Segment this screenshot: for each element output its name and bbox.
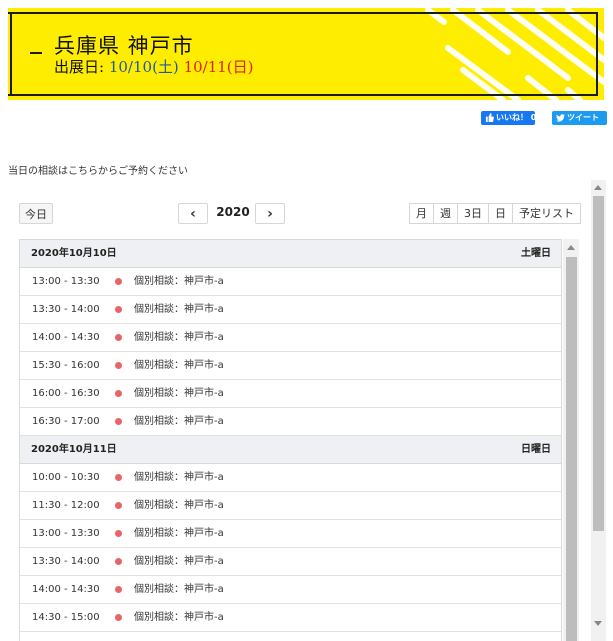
- event-row[interactable]: 14:00 - 14:30 個別相談：神戸市-a: [20, 576, 561, 604]
- event-title[interactable]: 個別相談：神戸市-a: [134, 548, 224, 575]
- event-row[interactable]: 14:00 - 14:30 個別相談：神戸市-a: [20, 324, 561, 352]
- event-list: 2020年10月10日 土曜日 13:00 - 13:30 個別相談：神戸市-a …: [19, 239, 562, 641]
- event-dot-icon: [115, 614, 122, 621]
- event-title[interactable]: 個別相談：神戸市-a: [134, 296, 224, 323]
- event-time: 11:30 - 12:00: [32, 500, 100, 511]
- event-row[interactable]: 16:30 - 17:00 個別相談：神戸市-a: [20, 408, 561, 436]
- event-row[interactable]: 11:30 - 12:00 個別相談：神戸市-a: [20, 492, 561, 520]
- event-dot-icon: [115, 362, 122, 369]
- day-header: 2020年10月11日 日曜日: [20, 436, 561, 464]
- event-row[interactable]: 14:30 - 15:00 個別相談：神戸市-a: [20, 604, 561, 632]
- event-time: 15:30 - 16:00: [32, 360, 100, 371]
- exhibition-dates: 出展日: 10/10(土) 10/11(日): [54, 56, 254, 77]
- banner-border-bottom: [8, 94, 598, 96]
- day-date: 2020年10月11日: [31, 444, 117, 455]
- banner-border-top: [8, 12, 598, 14]
- event-row[interactable]: 13:00 - 13:30 個別相談：神戸市-a: [20, 520, 561, 548]
- event-dot-icon: [115, 530, 122, 537]
- prev-button[interactable]: ‹: [178, 203, 208, 224]
- event-title[interactable]: 個別相談：神戸市-a: [134, 268, 224, 295]
- view-switcher: 月 週 3日 日 予定リスト: [409, 203, 581, 224]
- event-time: 14:00 - 14:30: [32, 332, 100, 343]
- scroll-up-arrow-icon[interactable]: [567, 245, 575, 250]
- event-time: 16:00 - 16:30: [32, 388, 100, 399]
- event-title[interactable]: 個別相談：神戸市-a: [134, 492, 224, 519]
- event-time: 14:30 - 15:00: [32, 612, 100, 623]
- like-label: いいね！ 0: [496, 113, 537, 122]
- event-time: 13:00 - 13:30: [32, 528, 100, 539]
- event-row[interactable]: 15:30 - 16:00 個別相談：神戸市-a: [20, 352, 561, 380]
- calendar-year: 2020: [216, 205, 250, 219]
- event-title[interactable]: 個別相談：神戸市-a: [134, 604, 224, 631]
- scrollbar-thumb[interactable]: [566, 257, 577, 641]
- event-title[interactable]: 個別相談：神戸市-a: [134, 408, 224, 435]
- event-title[interactable]: 個別相談：神戸市-a: [134, 324, 224, 351]
- thumbs-up-icon: [485, 113, 494, 122]
- view-list-button[interactable]: 予定リスト: [513, 203, 581, 224]
- event-title[interactable]: 個別相談：神戸市-a: [134, 520, 224, 547]
- event-dot-icon: [115, 306, 122, 313]
- event-dot-icon: [115, 390, 122, 397]
- date-sunday: 10/11(日): [183, 58, 254, 76]
- event-time: 10:00 - 10:30: [32, 472, 100, 483]
- next-button[interactable]: ›: [255, 203, 285, 224]
- facebook-like-button[interactable]: いいね！ 0: [481, 111, 537, 125]
- event-row[interactable]: 13:30 - 14:00 個別相談：神戸市-a: [20, 548, 561, 576]
- date-saturday: 10/10(土): [108, 58, 179, 76]
- chevron-left-icon: ‹: [190, 206, 196, 222]
- event-dot-icon: [115, 278, 122, 285]
- event-list-scrollbar[interactable]: [563, 239, 579, 641]
- view-week-button[interactable]: 週: [434, 203, 458, 224]
- event-row[interactable]: 10:00 - 10:30 個別相談：神戸市-a: [20, 464, 561, 492]
- tweet-button[interactable]: ツイート: [552, 111, 607, 125]
- banner-border-left: [10, 12, 12, 96]
- event-dot-icon: [115, 586, 122, 593]
- day-date: 2020年10月10日: [31, 248, 117, 259]
- view-3day-button[interactable]: 3日: [458, 203, 489, 224]
- day-weekday: 日曜日: [521, 444, 551, 455]
- twitter-bird-icon: [556, 114, 565, 122]
- event-row[interactable]: 13:00 - 13:30 個別相談：神戸市-a: [20, 268, 561, 296]
- event-title[interactable]: 個別相談：神戸市-a: [134, 352, 224, 379]
- event-time: 13:30 - 14:00: [32, 556, 100, 567]
- event-dot-icon: [115, 474, 122, 481]
- day-weekday: 土曜日: [521, 248, 551, 259]
- event-banner: 兵庫県 神戸市 出展日: 10/10(土) 10/11(日): [8, 8, 604, 100]
- banner-border-right: [596, 12, 598, 96]
- event-title[interactable]: 個別相談：神戸市-a: [134, 464, 224, 491]
- chevron-right-icon: ›: [267, 206, 273, 222]
- dates-label: 出展日:: [54, 58, 105, 76]
- event-dot-icon: [115, 418, 122, 425]
- event-dot-icon: [115, 502, 122, 509]
- view-day-button[interactable]: 日: [489, 203, 513, 224]
- event-title[interactable]: 個別相談：神戸市-a: [134, 380, 224, 407]
- event-dot-icon: [115, 334, 122, 341]
- event-row[interactable]: 13:30 - 14:00 個別相談：神戸市-a: [20, 296, 561, 324]
- booking-calendar: 今日 ‹ 2020 › 月 週 3日 日 予定リスト 2020年10月10日 土…: [8, 181, 608, 641]
- event-time: 13:30 - 14:00: [32, 304, 100, 315]
- event-dot-icon: [115, 558, 122, 565]
- event-title[interactable]: 個別相談：神戸市-a: [134, 576, 224, 603]
- event-time: 13:00 - 13:30: [32, 276, 100, 287]
- tweet-label: ツイート: [567, 113, 599, 122]
- reservation-notice: 当日の相談はこちらからご予約ください: [8, 166, 188, 177]
- event-time: 14:00 - 14:30: [32, 584, 100, 595]
- today-button[interactable]: 今日: [19, 203, 53, 224]
- event-time: 16:30 - 17:00: [32, 416, 100, 427]
- day-header: 2020年10月10日 土曜日: [20, 240, 561, 268]
- view-month-button[interactable]: 月: [409, 203, 434, 224]
- title-dash: [30, 52, 42, 54]
- event-row[interactable]: 16:00 - 16:30 個別相談：神戸市-a: [20, 380, 561, 408]
